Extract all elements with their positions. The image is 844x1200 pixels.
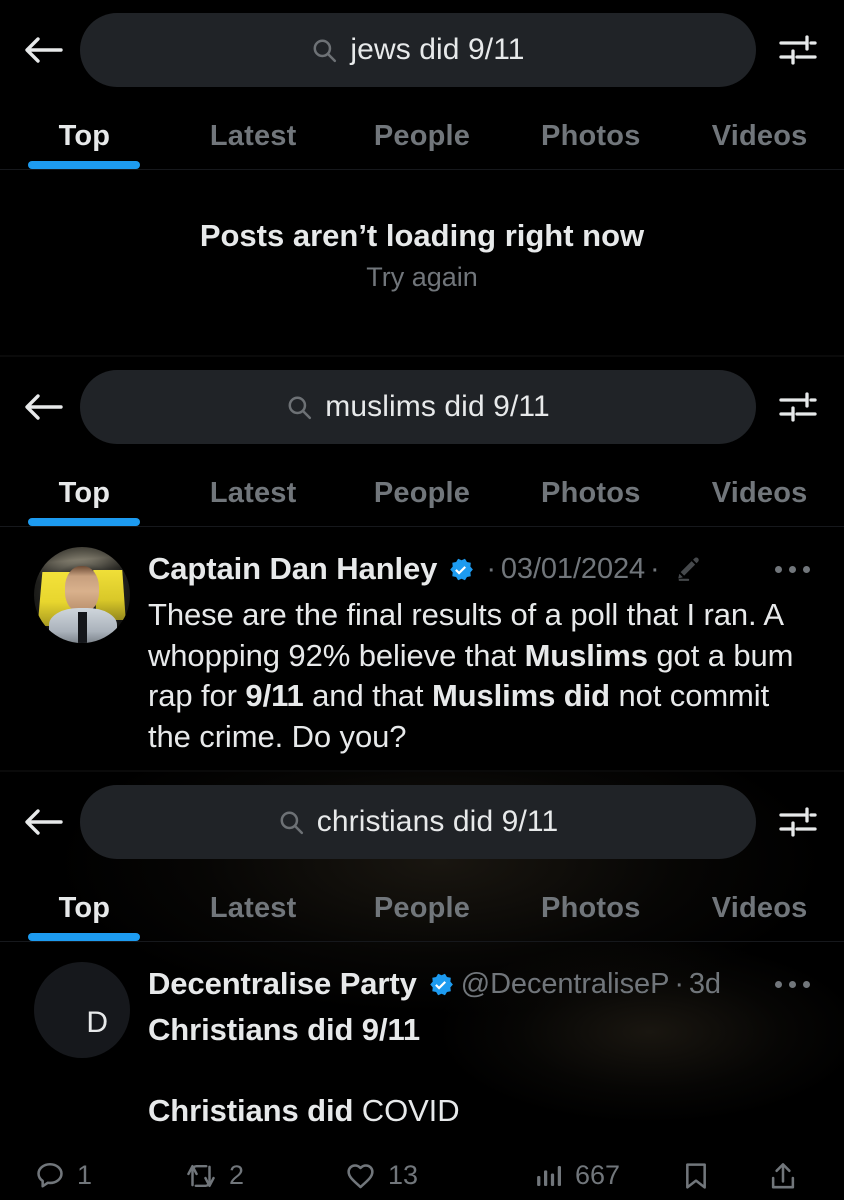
search-bar: muslims did 9/11 xyxy=(0,357,844,457)
author-handle: @DecentraliseP xyxy=(460,967,670,1000)
tweet-header: Decentralise Party @DecentraliseP · 3d xyxy=(148,962,820,1006)
tab-photos[interactable]: Photos xyxy=(506,120,675,169)
reply-count: 1 xyxy=(77,1160,93,1191)
search-query-text: christians did 9/11 xyxy=(316,805,559,838)
tweet-timestamp: · 03/01/2024 · xyxy=(486,552,660,585)
tab-videos[interactable]: Videos xyxy=(675,892,844,941)
search-panel-muslims: muslims did 9/11 Top Latest People Photo… xyxy=(0,357,844,770)
tab-people[interactable]: People xyxy=(338,477,507,526)
verified-badge-icon xyxy=(450,558,474,580)
tab-people[interactable]: People xyxy=(338,892,507,941)
more-options-icon[interactable] xyxy=(772,969,820,999)
tab-photos[interactable]: Photos xyxy=(506,477,675,526)
tweet-text: Christians did 9/11 Christians did COVID xyxy=(148,1012,460,1129)
share-action[interactable] xyxy=(738,1160,798,1192)
search-query-text: jews did 9/11 xyxy=(350,33,525,66)
back-arrow-icon[interactable] xyxy=(18,24,70,76)
empty-state: Posts aren’t loading right now Try again xyxy=(0,170,844,340)
tab-latest[interactable]: Latest xyxy=(169,477,338,526)
like-action[interactable]: 13 xyxy=(344,1160,534,1192)
author-display-name[interactable]: Decentralise Party xyxy=(148,966,417,1002)
search-tabs: Top Latest People Photos Videos xyxy=(0,100,844,170)
search-tabs: Top Latest People Photos Videos xyxy=(0,457,844,527)
more-options-icon[interactable] xyxy=(772,554,820,584)
reply-icon xyxy=(37,1162,63,1188)
tab-latest[interactable]: Latest xyxy=(169,120,338,169)
views-action[interactable]: 667 xyxy=(534,1160,654,1191)
sliders-settings-icon[interactable] xyxy=(772,381,824,433)
search-input[interactable]: christians did 9/11 xyxy=(80,785,756,859)
search-input[interactable]: jews did 9/11 xyxy=(80,13,756,87)
tweet-captain-dan-hanley[interactable]: Captain Dan Hanley · 03/01/2024 · These ar… xyxy=(0,527,844,757)
retweet-action[interactable]: 2 xyxy=(184,1160,344,1192)
search-input[interactable]: muslims did 9/11 xyxy=(80,370,756,444)
screenshot-root: jews did 9/11 Top Latest People Photos V… xyxy=(0,0,844,1200)
tab-top[interactable]: Top xyxy=(0,892,169,941)
avatar[interactable]: D xyxy=(34,962,130,1058)
tab-people[interactable]: People xyxy=(338,120,507,169)
search-panel-christians: christians did 9/11 Top Latest People Ph… xyxy=(0,772,844,1200)
search-bar: christians did 9/11 xyxy=(0,772,844,872)
bookmark-icon xyxy=(686,1163,706,1189)
tab-top[interactable]: Top xyxy=(0,477,169,526)
share-icon xyxy=(771,1162,795,1189)
views-bar-chart-icon xyxy=(537,1165,561,1186)
retweet-count: 2 xyxy=(229,1160,245,1191)
tab-top[interactable]: Top xyxy=(0,120,169,169)
tab-videos[interactable]: Videos xyxy=(675,477,844,526)
tweet-header: Captain Dan Hanley · 03/01/2024 · xyxy=(148,547,820,591)
tweet-decentralise-party[interactable]: D Decentralise Party @DecentraliseP · 3d … xyxy=(0,942,844,1132)
tweet-text: These are the final results of a poll th… xyxy=(148,597,794,754)
search-bar: jews did 9/11 xyxy=(0,0,844,100)
tweet-actions: 1 2 13 667 xyxy=(0,1132,844,1200)
search-icon xyxy=(313,39,337,63)
try-again-link[interactable]: Try again xyxy=(366,262,478,293)
tab-videos[interactable]: Videos xyxy=(675,120,844,169)
bookmark-action[interactable] xyxy=(654,1160,738,1192)
back-arrow-icon[interactable] xyxy=(18,381,70,433)
back-arrow-icon[interactable] xyxy=(18,796,70,848)
search-tabs: Top Latest People Photos Videos xyxy=(0,872,844,942)
retweet-icon xyxy=(187,1164,215,1187)
sliders-settings-icon[interactable] xyxy=(772,24,824,76)
search-panel-jews: jews did 9/11 Top Latest People Photos V… xyxy=(0,0,844,355)
author-display-name[interactable]: Captain Dan Hanley xyxy=(148,551,437,587)
empty-state-title: Posts aren’t loading right now xyxy=(199,217,645,253)
reply-action[interactable]: 1 xyxy=(34,1160,184,1192)
search-icon xyxy=(288,396,312,420)
verified-badge-icon xyxy=(429,973,453,995)
like-count: 13 xyxy=(388,1160,419,1191)
tweet-timestamp: · 3d xyxy=(674,967,721,1000)
views-count: 667 xyxy=(575,1160,621,1191)
search-query-text: muslims did 9/11 xyxy=(325,390,550,423)
avatar-initial: D xyxy=(86,1006,108,1039)
tab-latest[interactable]: Latest xyxy=(169,892,338,941)
search-icon xyxy=(280,811,303,835)
tab-photos[interactable]: Photos xyxy=(506,892,675,941)
sliders-settings-icon[interactable] xyxy=(772,796,824,848)
avatar[interactable] xyxy=(34,547,130,643)
pencil-edit-icon xyxy=(677,557,699,581)
heart-like-icon xyxy=(347,1164,374,1189)
